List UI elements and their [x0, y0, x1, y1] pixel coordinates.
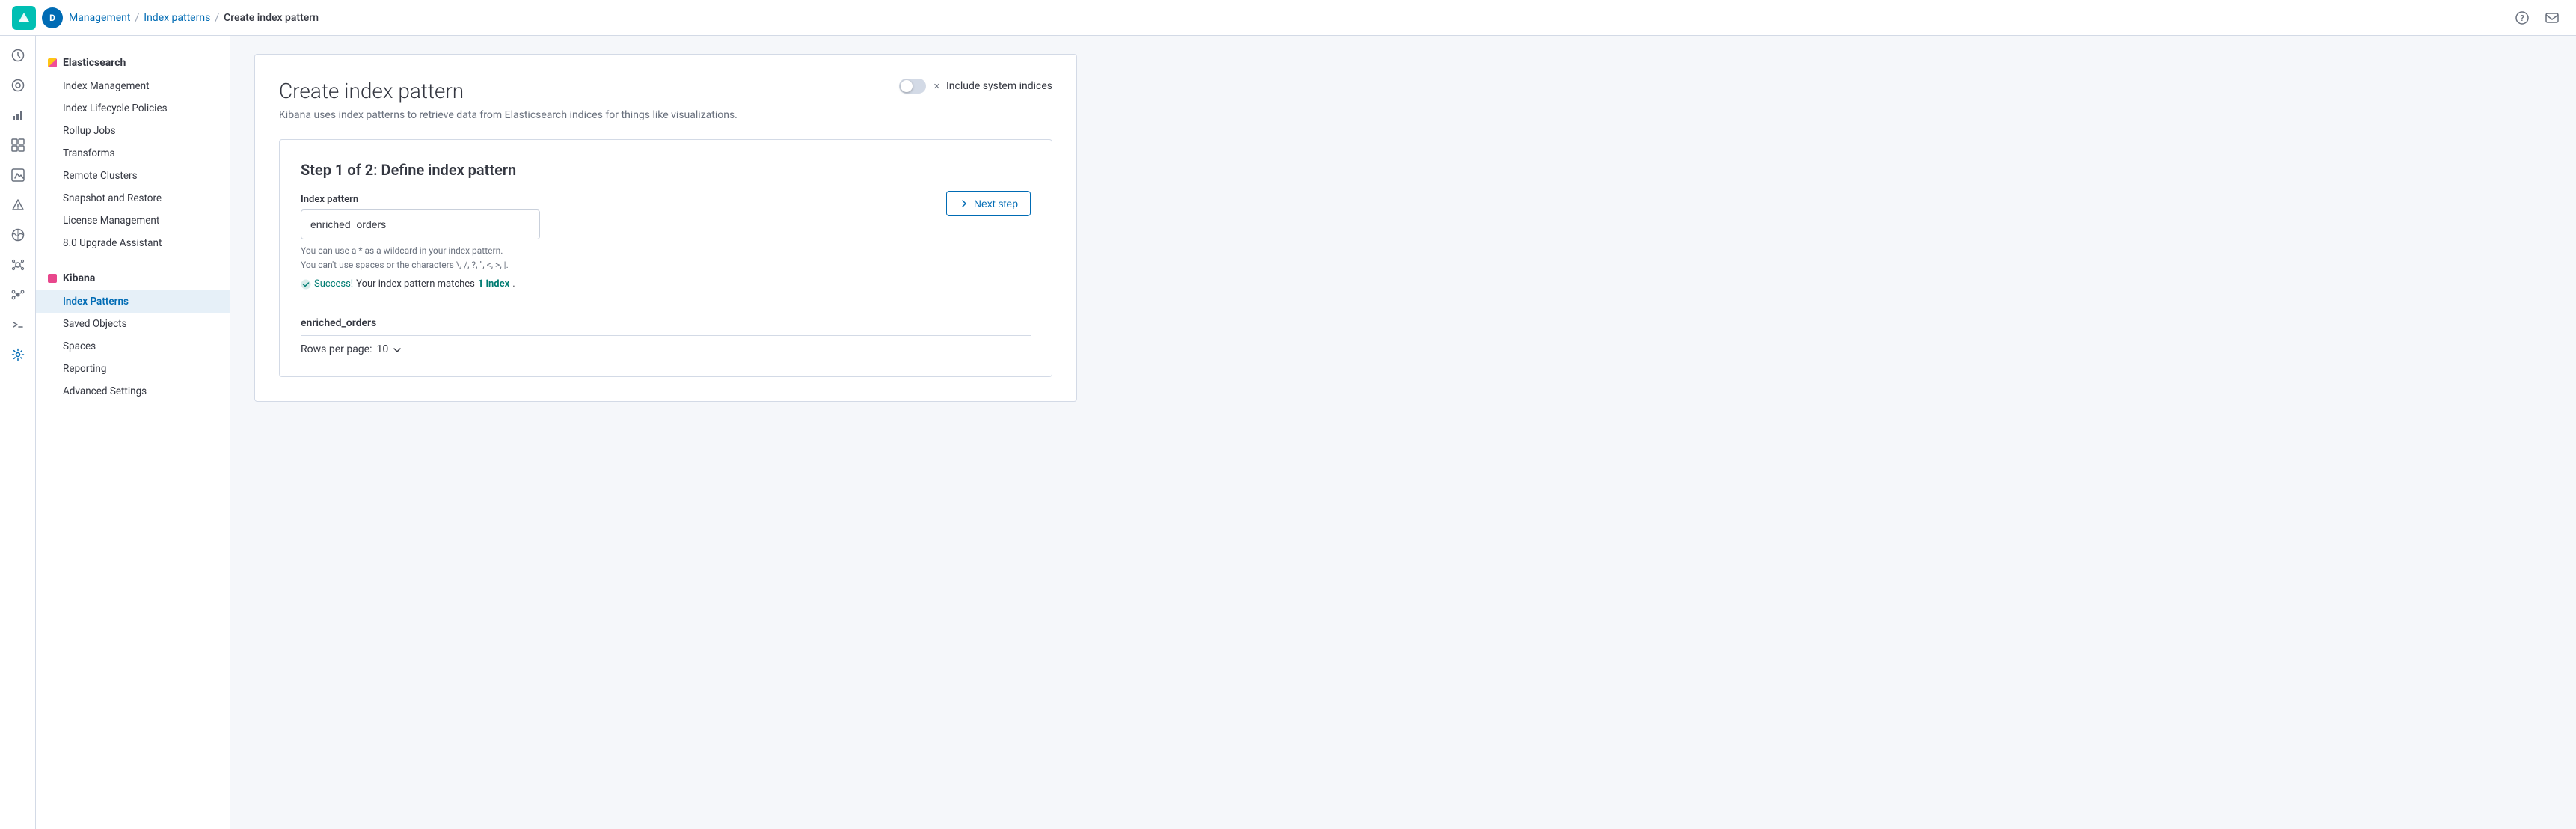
sidebar-item-reporting[interactable]: Reporting: [36, 358, 230, 380]
page-subtitle: Kibana uses index patterns to retrieve d…: [279, 109, 737, 121]
icon-bar-alerts[interactable]: [4, 192, 31, 218]
kibana-dot: [48, 274, 57, 283]
sidebar-item-snapshot-restore[interactable]: Snapshot and Restore: [36, 187, 230, 209]
kibana-section-header: Kibana: [36, 266, 230, 290]
elasticsearch-section-header: Elasticsearch: [36, 51, 230, 75]
page-title: Create index pattern: [279, 79, 737, 103]
icon-bar-dev-tools[interactable]: [4, 311, 31, 338]
sidebar-item-advanced-settings[interactable]: Advanced Settings: [36, 380, 230, 403]
success-suffix: .: [512, 278, 515, 290]
include-system-indices-toggle[interactable]: ✕ Include system indices: [899, 79, 1052, 94]
icon-bar-visualize[interactable]: [4, 102, 31, 129]
breadcrumb-management[interactable]: Management: [69, 12, 130, 24]
rows-per-page-label: Rows per page:: [301, 343, 372, 355]
step-title: Step 1 of 2: Define index pattern: [301, 161, 946, 179]
results-section: enriched_orders Rows per page: 10: [301, 305, 1031, 355]
breadcrumb-current: Create index pattern: [224, 12, 319, 24]
include-system-label: Include system indices: [946, 80, 1052, 92]
success-text: Your index pattern matches: [356, 278, 475, 290]
sidebar-item-spaces[interactable]: Spaces: [36, 335, 230, 358]
icon-bar-dashboard[interactable]: [4, 132, 31, 159]
success-match: 1 index: [478, 278, 509, 290]
rows-per-page[interactable]: Rows per page: 10: [301, 343, 1031, 355]
success-message: Success! Your index pattern matches 1 in…: [301, 278, 946, 290]
icon-bar-clock[interactable]: [4, 42, 31, 69]
next-step-button[interactable]: Next step: [946, 191, 1031, 216]
sidebar-item-license-management[interactable]: License Management: [36, 209, 230, 232]
icon-bar: [0, 36, 36, 829]
sidebar: Elasticsearch Index Management Index Lif…: [36, 36, 230, 829]
sidebar-item-saved-objects[interactable]: Saved Objects: [36, 313, 230, 335]
sidebar-item-upgrade-assistant[interactable]: 8.0 Upgrade Assistant: [36, 232, 230, 254]
toggle-wrapper[interactable]: [899, 79, 926, 94]
field-label: Index pattern: [301, 194, 946, 205]
icon-bar-ml[interactable]: [4, 251, 31, 278]
sidebar-item-index-lifecycle-policies[interactable]: Index Lifecycle Policies: [36, 97, 230, 120]
index-pattern-input[interactable]: [301, 209, 540, 239]
toggle-track[interactable]: [899, 79, 926, 94]
breadcrumb: Management / Index patterns / Create ind…: [69, 12, 319, 24]
toggle-x-icon: ✕: [933, 82, 940, 91]
app-logo[interactable]: [12, 6, 36, 30]
field-hint: You can use a * as a wildcard in your in…: [301, 244, 946, 272]
breadcrumb-index-patterns[interactable]: Index patterns: [144, 12, 210, 24]
mail-icon[interactable]: [2540, 6, 2564, 30]
sidebar-item-index-patterns[interactable]: Index Patterns: [36, 290, 230, 313]
elasticsearch-dot: [48, 58, 57, 67]
sidebar-item-rollup-jobs[interactable]: Rollup Jobs: [36, 120, 230, 142]
main-layout: Elasticsearch Index Management Index Lif…: [0, 36, 2576, 829]
page-header-row: Create index pattern Kibana uses index p…: [279, 79, 1052, 121]
page-container: Create index pattern Kibana uses index p…: [254, 54, 1077, 402]
step-card: Step 1 of 2: Define index pattern Index …: [279, 139, 1052, 377]
next-step-label: Next step: [974, 198, 1018, 209]
page-header-left: Create index pattern Kibana uses index p…: [279, 79, 737, 121]
icon-bar-maps[interactable]: [4, 221, 31, 248]
top-nav: D Management / Index patterns / Create i…: [0, 0, 2576, 36]
success-prefix: Success!: [314, 278, 353, 290]
content-area: Create index pattern Kibana uses index p…: [230, 36, 2576, 829]
help-icon[interactable]: ?: [2510, 6, 2534, 30]
user-avatar[interactable]: D: [42, 7, 63, 28]
svg-text:?: ?: [2520, 13, 2524, 23]
sidebar-item-index-management[interactable]: Index Management: [36, 75, 230, 97]
icon-bar-discover[interactable]: [4, 72, 31, 99]
result-row: enriched_orders: [301, 311, 1031, 336]
sidebar-item-transforms[interactable]: Transforms: [36, 142, 230, 165]
icon-bar-management[interactable]: [4, 341, 31, 368]
icon-bar-graph[interactable]: [4, 281, 31, 308]
toggle-thumb: [901, 80, 913, 92]
icon-bar-canvas[interactable]: [4, 162, 31, 189]
sidebar-item-remote-clusters[interactable]: Remote Clusters: [36, 165, 230, 187]
chevron-down-icon: [393, 345, 402, 355]
rows-per-page-value: 10: [376, 343, 388, 355]
